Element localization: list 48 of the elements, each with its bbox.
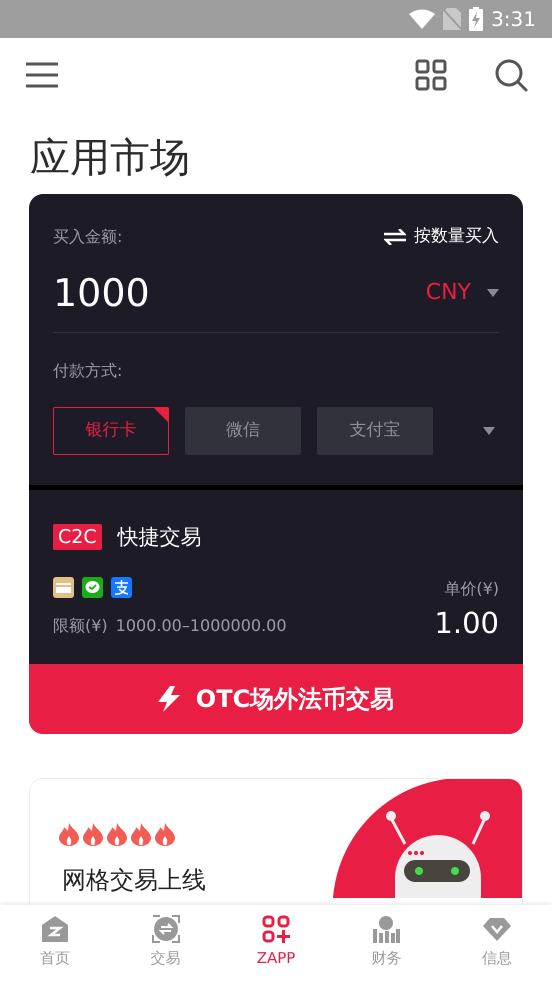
caret-icon[interactable] <box>483 426 495 434</box>
nav-tab[interactable]: 信息 <box>442 905 552 981</box>
flame-icon <box>107 823 127 846</box>
nav-tab[interactable]: 交易 <box>110 905 221 981</box>
status-time: 3:31 <box>491 6 536 33</box>
menu-icon[interactable] <box>26 62 58 88</box>
flame-icon <box>131 823 151 846</box>
payment-option[interactable]: 银行卡 <box>53 406 169 454</box>
lightning-icon <box>158 686 180 712</box>
promo-card[interactable]: 网格交易上线 <box>29 778 523 905</box>
flame-icon <box>155 823 175 846</box>
battery-icon <box>469 7 484 31</box>
promo-title: 网格交易上线 <box>62 865 206 896</box>
price-label: 单价(¥) <box>443 578 499 600</box>
payment-option[interactable]: 微信 <box>185 406 301 454</box>
flame-icon <box>83 823 103 846</box>
nav-tab[interactable]: 财务 <box>331 905 442 981</box>
amount-label: 买入金额: <box>53 226 122 248</box>
payment-label: 付款方式: <box>53 360 124 382</box>
grid-icon[interactable] <box>415 59 447 91</box>
diamond-icon <box>482 915 511 943</box>
no-sim-icon <box>443 8 462 30</box>
switch-mode-button[interactable]: 按数量买入 <box>384 224 499 250</box>
apps-icon <box>262 915 290 943</box>
price-value: 1.00 <box>434 609 499 638</box>
search-icon[interactable] <box>495 58 528 92</box>
chat-icon <box>82 577 103 598</box>
nav-tab[interactable]: 首页 <box>0 905 110 981</box>
c2c-title: 快捷交易 <box>118 524 202 550</box>
home-icon <box>41 915 70 943</box>
amount-value[interactable]: 1000 <box>53 274 150 312</box>
corner-mark-icon <box>154 408 168 422</box>
payment-option[interactable]: 支付宝 <box>317 406 433 454</box>
limit-label: 限额(¥) <box>53 615 108 637</box>
exchange-icon <box>152 915 180 943</box>
c2c-badge: C2C <box>53 524 102 550</box>
otc-trade-button[interactable]: OTC场外法币交易 <box>29 664 523 734</box>
nav-tab[interactable]: ZAPP <box>220 905 332 981</box>
swap-icon <box>384 228 406 245</box>
caret-icon <box>487 288 499 296</box>
page-title: 应用市场 <box>30 134 191 182</box>
limit-value: 1000.00–1000000.00 <box>116 615 287 637</box>
currency-dropdown[interactable]: CNY <box>426 276 499 309</box>
card-icon <box>53 577 74 598</box>
flame-icon <box>59 823 79 846</box>
wifi-icon <box>409 9 436 29</box>
finance-icon <box>372 915 400 943</box>
payment-app-icon <box>111 577 132 598</box>
